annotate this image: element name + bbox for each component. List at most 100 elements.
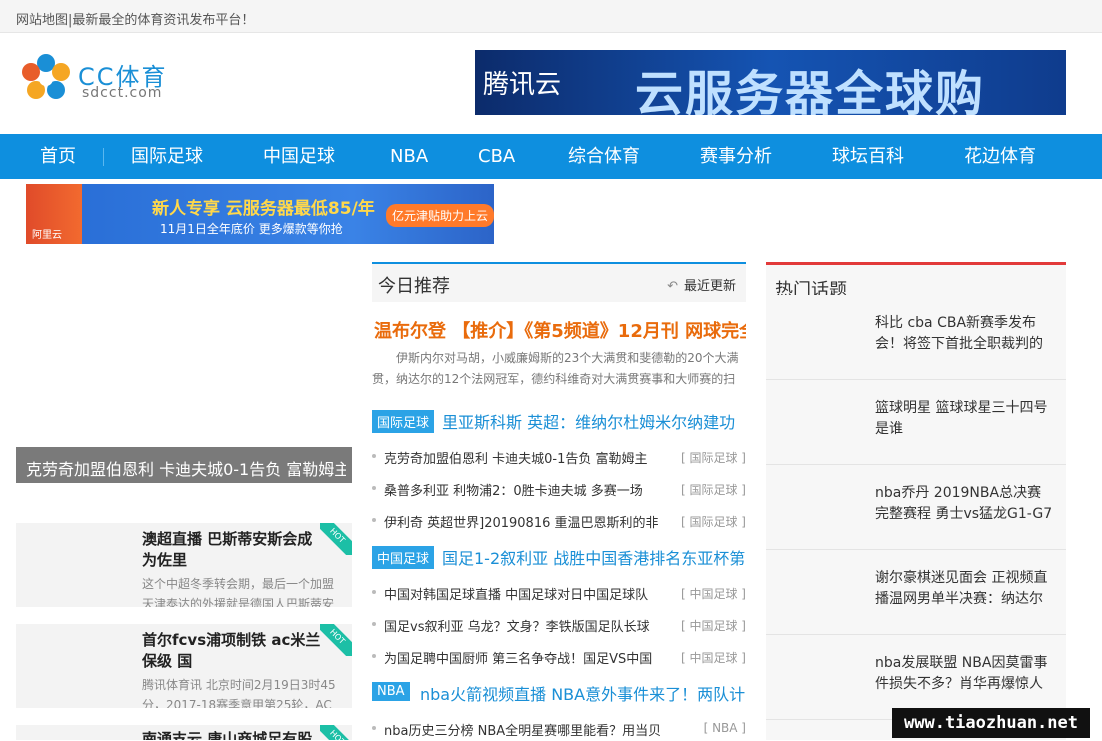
hot-ribbon: HOT xyxy=(320,624,352,656)
list-item-category[interactable]: [ 中国足球 ] xyxy=(681,649,746,666)
bullet-dot xyxy=(372,654,376,658)
list-item[interactable]: 伊利奇 英超世界]20190816 重温巴恩斯利的非 [ 国际足球 ] xyxy=(372,509,746,533)
ad-slogan: 云服务器全球购 xyxy=(635,66,986,115)
hot-ribbon: HOT xyxy=(320,523,352,555)
watermark: www.tiaozhuan.net xyxy=(892,708,1090,738)
list-item[interactable]: 国足vs叙利亚 乌龙？文身？李铁版国足队长球 [ 中国足球 ] xyxy=(372,613,746,637)
section-tag[interactable]: 中国足球 xyxy=(372,546,435,569)
bullet-dot xyxy=(372,454,376,458)
section-tag[interactable]: NBA xyxy=(372,682,410,701)
list-item-title[interactable]: 桑普多利亚 利物浦2：0胜卡迪夫城 多赛一场 xyxy=(384,480,670,499)
bullet-dot xyxy=(372,518,376,522)
banner-advertisement[interactable]: 阿里云 新人专享 云服务器最低85/年 11月1日全年底价 更多爆款等你抢 亿元… xyxy=(26,184,494,244)
nav-item-home[interactable]: 首页 xyxy=(40,134,76,179)
banner-cta: 亿元津贴助力上云 xyxy=(386,204,494,227)
section-header: 中国足球 国足1-2叙利亚 战胜中国香港排名东亚杯第 xyxy=(372,545,746,569)
list-item-title[interactable]: 中国对韩国足球直播 中国足球对日中国足球队 xyxy=(384,584,670,603)
topic-title[interactable]: nba发展联盟 NBA因莫雷事件损失不多？肖华再爆惊人 xyxy=(875,653,1055,695)
main-nav: 首页 国际足球 中国足球 NBA CBA 综合体育 赛事分析 球坛百科 花边体育 xyxy=(0,134,1102,179)
list-item-title[interactable]: 国足vs叙利亚 乌龙？文身？李铁版国足队长球 xyxy=(384,616,670,635)
section-top-link[interactable]: nba火箭视频直播 NBA意外事件来了！两队计 xyxy=(420,681,746,705)
top-bar-text: 网站地图|最新最全的体育资讯发布平台！ xyxy=(16,9,254,28)
list-item-category[interactable]: [ 国际足球 ] xyxy=(681,481,746,498)
list-item-category[interactable]: [ 国际足球 ] xyxy=(681,513,746,530)
list-item[interactable]: nba历史三分榜 NBA全明星赛哪里能看？用当贝 [ NBA ] xyxy=(372,717,746,741)
hot-card-title[interactable]: 首尔fcvs浦项制铁 ac米兰保级 国 xyxy=(142,630,326,672)
topic-thumbnail xyxy=(772,390,866,454)
list-item-category[interactable]: [ 国际足球 ] xyxy=(681,449,746,466)
hot-card-title[interactable]: 南通支云 唐山商城足有股 xyxy=(142,729,326,740)
nav-item-cba[interactable]: CBA xyxy=(478,134,515,179)
bullet-dot xyxy=(372,590,376,594)
topic-thumbnail xyxy=(772,560,866,624)
topic-thumbnail xyxy=(772,305,866,369)
headline-link[interactable]: 温布尔登 【推介】《第5频道》12月刊 网球完全手册 xyxy=(374,317,746,343)
hot-ribbon: HOT xyxy=(320,725,352,740)
feature-caption-bar[interactable]: 克劳奇加盟伯恩利 卡迪夫城0-1告负 富勒姆主场失利 xyxy=(16,447,352,483)
list-item-title[interactable]: 伊利奇 英超世界]20190816 重温巴恩斯利的非 xyxy=(384,512,670,531)
topic-title[interactable]: 谢尔豪棋迷见面会 正视频直播温网男单半决赛：纳达尔 xyxy=(875,568,1055,610)
topic-title[interactable]: nba乔丹 2019NBA总决赛完整赛程 勇士vs猛龙G1-G7比赛 xyxy=(875,483,1055,525)
list-item[interactable]: 克劳奇加盟伯恩利 卡迪夫城0-1告负 富勒姆主 [ 国际足球 ] xyxy=(372,445,746,469)
ad-brand: 腾讯云 xyxy=(483,70,562,100)
logo-flower-icon xyxy=(22,54,70,99)
list-item-category[interactable]: [ 中国足球 ] xyxy=(681,585,746,602)
hot-card-thumbnail xyxy=(16,624,136,708)
headline-summary: 伊斯内尔对马胡，小威廉姆斯的23个大满贯和斐德勒的20个大满贯，纳达尔的12个法… xyxy=(372,351,739,386)
topic-thumbnail xyxy=(772,475,866,539)
hot-topic-item[interactable]: 篮球明星 篮球球星三十四号是谁 xyxy=(766,380,1066,465)
top-advertisement[interactable]: 腾讯云 云服务器全球购 xyxy=(475,50,1066,115)
hot-card-desc: 腾讯体育讯 北京时间2月19日3时45分，2017-18赛季意甲第25轮，AC xyxy=(142,678,336,708)
logo-domain: sdcct.com xyxy=(82,85,163,101)
hot-card-desc: 这个中超冬季转会期，最后一个加盟天津泰达的外援就是德国人巴斯蒂安 xyxy=(142,577,335,607)
nav-item-encyclopedia[interactable]: 球坛百科 xyxy=(832,134,904,179)
nav-item-china-football[interactable]: 中国足球 xyxy=(263,134,335,179)
bullet-dot xyxy=(372,726,376,730)
topic-thumbnail xyxy=(772,645,866,709)
list-item[interactable]: 桑普多利亚 利物浦2：0胜卡迪夫城 多赛一场 [ 国际足球 ] xyxy=(372,477,746,501)
section-top-link[interactable]: 国足1-2叙利亚 战胜中国香港排名东亚杯第 xyxy=(442,545,746,569)
list-item[interactable]: 中国对韩国足球直播 中国足球对日中国足球队 [ 中国足球 ] xyxy=(372,581,746,605)
hot-card[interactable]: 澳超直播 巴斯蒂安斯会成为佐里 这个中超冬季转会期，最后一个加盟天津泰达的外援就… xyxy=(16,523,352,607)
sitemap-link[interactable]: 网站地图 xyxy=(16,13,68,28)
banner-headline: 新人专享 云服务器最低85/年 xyxy=(152,199,375,219)
list-item-title[interactable]: 克劳奇加盟伯恩利 卡迪夫城0-1告负 富勒姆主 xyxy=(384,448,670,467)
nav-item-intl-football[interactable]: 国际足球 xyxy=(131,134,203,179)
hot-card[interactable]: 南通支云 唐山商城足有股 HOT xyxy=(16,725,352,740)
site-tagline: 最新最全的体育资讯发布平台！ xyxy=(72,13,255,28)
latest-update-label: 最近更新 xyxy=(683,279,736,294)
section-header: NBA nba火箭视频直播 NBA意外事件来了！两队计 xyxy=(372,681,746,705)
list-item-title[interactable]: nba历史三分榜 NBA全明星赛哪里能看？用当贝 xyxy=(384,720,670,739)
list-item-category[interactable]: [ 中国足球 ] xyxy=(681,617,746,634)
hot-card-thumbnail xyxy=(16,523,136,607)
banner-corner-brand: 阿里云 xyxy=(32,230,62,241)
banner-subline: 11月1日全年底价 更多爆款等你抢 xyxy=(160,222,343,236)
site-logo[interactable]: CC体育 sdcct.com xyxy=(20,53,180,105)
section-header: 国际足球 里亚斯科斯 英超：维纳尔杜姆米尔纳建功 xyxy=(372,409,746,433)
list-item-title[interactable]: 为国足聘中国厨师 第三名争夺战！国足VS中国 xyxy=(384,648,670,667)
topic-title[interactable]: 科比 cba CBA新赛季发布会！将签下首批全职裁判的 xyxy=(875,313,1055,355)
bullet-dot xyxy=(372,486,376,490)
bullet-dot xyxy=(372,622,376,626)
latest-update-link[interactable]: ↶ 最近更新 xyxy=(667,275,736,294)
nav-separator xyxy=(103,148,104,166)
nav-item-match-analysis[interactable]: 赛事分析 xyxy=(700,134,772,179)
nav-item-nba[interactable]: NBA xyxy=(390,134,428,179)
hot-topic-item[interactable]: 科比 cba CBA新赛季发布会！将签下首批全职裁判的 xyxy=(766,295,1066,380)
hot-topic-item[interactable]: 谢尔豪棋迷见面会 正视频直播温网男单半决赛：纳达尔 xyxy=(766,550,1066,635)
hot-ribbon-label: HOT xyxy=(320,624,352,656)
hot-topic-item[interactable]: nba乔丹 2019NBA总决赛完整赛程 勇士vs猛龙G1-G7比赛 xyxy=(766,465,1066,550)
list-item-category[interactable]: [ NBA ] xyxy=(704,721,746,735)
hot-ribbon-label: HOT xyxy=(320,725,352,740)
reply-arrow-icon: ↶ xyxy=(667,279,678,294)
nav-item-general-sports[interactable]: 综合体育 xyxy=(568,134,640,179)
today-recommend-title: 今日推荐 xyxy=(378,276,450,297)
hot-card[interactable]: 首尔fcvs浦项制铁 ac米兰保级 国 腾讯体育讯 北京时间2月19日3时45分… xyxy=(16,624,352,708)
nav-item-gossip[interactable]: 花边体育 xyxy=(964,134,1036,179)
feature-caption: 克劳奇加盟伯恩利 卡迪夫城0-1告负 富勒姆主场失利 xyxy=(26,460,346,479)
list-item[interactable]: 为国足聘中国厨师 第三名争夺战！国足VS中国 [ 中国足球 ] xyxy=(372,645,746,669)
section-top-link[interactable]: 里亚斯科斯 英超：维纳尔杜姆米尔纳建功 xyxy=(442,409,746,433)
section-tag[interactable]: 国际足球 xyxy=(372,410,435,433)
topic-title[interactable]: 篮球明星 篮球球星三十四号是谁 xyxy=(875,398,1055,440)
hot-card-title[interactable]: 澳超直播 巴斯蒂安斯会成为佐里 xyxy=(142,529,326,571)
